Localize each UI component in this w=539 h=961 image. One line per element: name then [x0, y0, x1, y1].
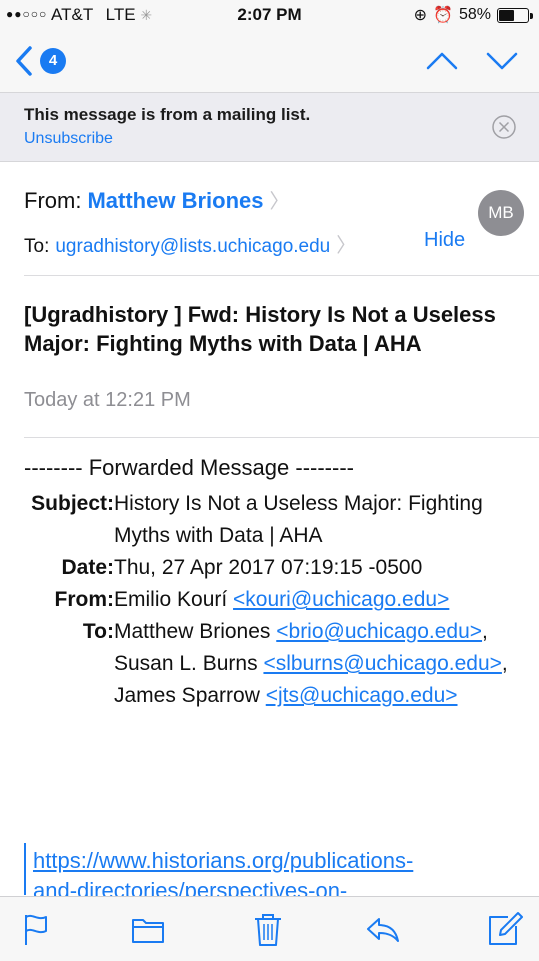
article-link-line-1[interactable]: https://www.historians.org/publications-	[33, 846, 413, 876]
divider	[24, 437, 539, 438]
fwd-to-row: To: Matthew Briones <brio@uchicago.edu>,…	[24, 616, 524, 712]
fwd-to-email-link-3[interactable]: <jts@uchicago.edu>	[266, 684, 458, 707]
forwarded-header: -------- Forwarded Message --------	[24, 455, 354, 480]
compose-icon[interactable]	[484, 909, 524, 949]
status-bar: ●●○○○ AT&T LTE ✳ 2:07 PM ⊕ ⏰ 58%	[0, 0, 539, 30]
next-message-icon[interactable]	[484, 46, 520, 76]
sender-name[interactable]: Matthew Briones	[87, 188, 263, 213]
unsubscribe-link[interactable]: Unsubscribe	[24, 130, 113, 148]
trash-icon[interactable]	[248, 909, 288, 949]
reply-icon[interactable]	[363, 909, 403, 949]
to-label: To:	[24, 236, 50, 257]
bottom-toolbar	[0, 896, 539, 961]
flag-icon[interactable]	[16, 909, 56, 949]
alarm-icon: ⏰	[433, 7, 453, 24]
from-row: From: Matthew Briones 〉	[24, 185, 289, 214]
quote-bar	[24, 843, 26, 895]
fwd-from-row: From: Emilio Kourí <kouri@uchicago.edu>	[24, 584, 524, 616]
fwd-date-row: Date: Thu, 27 Apr 2017 07:19:15 -0500	[24, 552, 524, 584]
fwd-to-email-link-2[interactable]: <slburns@uchicago.edu>	[263, 652, 501, 675]
mailing-list-notice: This message is from a mailing list.	[24, 105, 311, 124]
battery-icon	[497, 7, 533, 23]
from-label: From:	[24, 188, 82, 213]
fwd-subject-label: Subject:	[31, 492, 114, 515]
hide-details-button[interactable]: Hide	[424, 229, 465, 252]
fwd-subject-row: Subject: History Is Not a Useless Major:…	[24, 488, 524, 552]
lock-rotation-icon: ⊕	[413, 7, 428, 24]
forwarded-details: Subject: History Is Not a Useless Major:…	[24, 488, 524, 712]
sender-avatar[interactable]: MB	[478, 190, 524, 236]
folder-icon[interactable]	[128, 909, 168, 949]
fwd-subject-value: History Is Not a Useless Major: Fighting…	[114, 492, 483, 547]
email-subject: [Ugradhistory ] Fwd: History Is Not a Us…	[24, 302, 496, 356]
recipient-address[interactable]: ugradhistory@lists.uchicago.edu	[55, 236, 330, 257]
mailing-list-banner: This message is from a mailing list. Uns…	[0, 92, 539, 162]
divider	[24, 275, 539, 276]
close-icon[interactable]	[491, 114, 517, 140]
unread-count-badge[interactable]: 4	[40, 48, 66, 74]
fwd-from-email-link[interactable]: <kouri@uchicago.edu>	[233, 588, 449, 611]
fwd-date-value: Thu, 27 Apr 2017 07:19:15 -0500	[114, 556, 423, 579]
battery-percent: 58%	[458, 6, 491, 23]
fwd-to-name-1: Matthew Briones	[114, 620, 271, 643]
fwd-to-email-link-1[interactable]: <brio@uchicago.edu>	[276, 620, 482, 643]
email-date: Today at 12:21 PM	[24, 389, 191, 411]
fwd-to-label: To:	[82, 620, 114, 643]
chevron-right-icon: 〉	[336, 235, 357, 257]
chevron-right-icon: 〉	[269, 191, 290, 213]
previous-message-icon[interactable]	[424, 46, 460, 76]
fwd-date-label: Date:	[61, 556, 114, 579]
fwd-from-label: From:	[54, 588, 115, 611]
nav-bar: 4	[0, 30, 539, 92]
to-row: To: ugradhistory@lists.uchicago.edu 〉	[24, 229, 356, 258]
fwd-from-name: Emilio Kourí	[114, 588, 228, 611]
